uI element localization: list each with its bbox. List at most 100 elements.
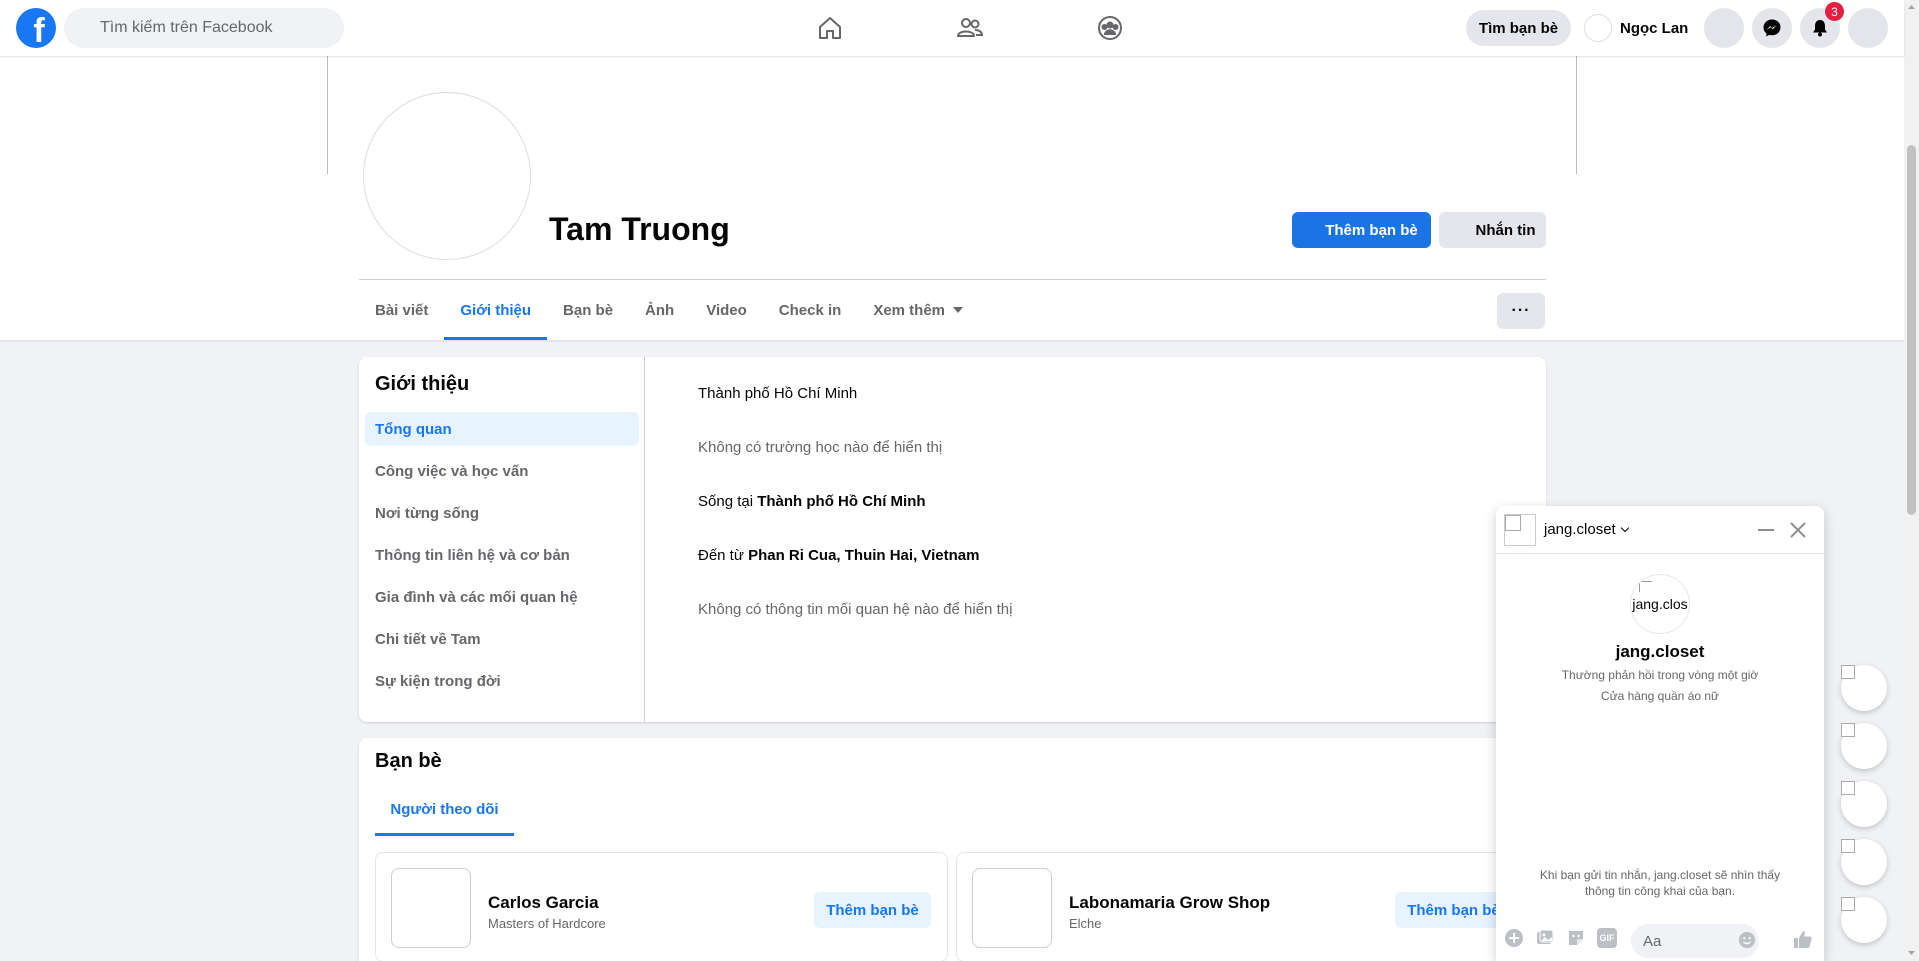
chat-head-bubble[interactable] — [1841, 665, 1887, 711]
tab-about[interactable]: Giới thiệu — [444, 280, 547, 340]
about-menu-life-events[interactable]: Sự kiện trong đời — [365, 664, 639, 698]
notifications-button[interactable]: 3 — [1800, 2, 1844, 48]
chat-composer: GIF — [1496, 915, 1824, 961]
friend-avatar[interactable] — [972, 868, 1052, 948]
tab-friends[interactable]: Bạn bè — [547, 280, 629, 340]
groups-icon — [1098, 16, 1122, 40]
emoji-icon[interactable] — [1738, 931, 1756, 949]
friend-name[interactable]: Labonamaria Grow Shop — [1069, 893, 1270, 913]
about-card: Giới thiệu Tổng quan Công việc và học vấ… — [359, 357, 1546, 722]
friends-tab[interactable] — [900, 0, 1040, 56]
home-icon — [819, 17, 841, 39]
about-menu: Tổng quan Công việc và học vấn Nơi từng … — [365, 412, 639, 706]
about-menu-details[interactable]: Chi tiết về Tam — [365, 622, 639, 656]
profile-tabs: Bài viết Giới thiệu Bạn bè Ảnh Video Che… — [359, 280, 979, 340]
friend-card: Labonamaria Grow Shop Elche Thêm bạn bè — [956, 852, 1529, 961]
find-friends-button[interactable]: Tìm bạn bè — [1466, 10, 1571, 46]
tab-followers[interactable]: Người theo dõi — [375, 786, 514, 836]
friend-avatar[interactable] — [391, 868, 471, 948]
photo-icon[interactable] — [1535, 928, 1555, 948]
about-menu-work-education[interactable]: Công việc và học vấn — [365, 454, 639, 488]
minimize-icon[interactable] — [1758, 529, 1774, 531]
plus-circle-icon[interactable] — [1504, 928, 1524, 948]
user-name: Ngọc Lan — [1620, 19, 1689, 37]
chat-page-name: jang.closet — [1615, 642, 1705, 661]
notification-badge: 3 — [1825, 2, 1844, 21]
tab-videos[interactable]: Video — [690, 280, 763, 340]
close-icon[interactable] — [1786, 518, 1810, 542]
tab-more[interactable]: Xem thêm — [857, 280, 979, 340]
chat-header-name[interactable]: jang.closet — [1544, 521, 1629, 538]
profile-name: Tam Truong — [549, 211, 730, 247]
about-menu-contact-basic[interactable]: Thông tin liên hệ và cơ bản — [365, 538, 639, 572]
work-info: Thành phố Hồ Chí Minh — [698, 385, 858, 402]
hometown-info: Đến từ Phan Ri Cua, Thuin Hai, Vietnam — [698, 547, 980, 564]
chat-avatar-alt-text: jang.clos — [1632, 596, 1688, 612]
about-sidebar: Giới thiệu Tổng quan Công việc và học vấ… — [359, 357, 645, 722]
profile-picture[interactable] — [363, 92, 531, 260]
gif-icon[interactable]: GIF — [1597, 928, 1617, 948]
chat-page-avatar[interactable]: jang.clos — [1630, 574, 1690, 634]
chat-header-avatar[interactable] — [1504, 514, 1536, 546]
search-input[interactable] — [64, 8, 344, 48]
scroll-down-arrow-icon[interactable] — [1907, 948, 1916, 957]
chat-head-bubble[interactable] — [1841, 781, 1887, 827]
from-value[interactable]: Phan Ri Cua, Thuin Hai, Vietnam — [748, 547, 979, 564]
chat-head-bubble[interactable] — [1841, 723, 1887, 769]
search-box[interactable] — [64, 8, 344, 48]
tab-more-label: Xem thêm — [873, 301, 946, 319]
account-button[interactable] — [1848, 8, 1888, 48]
friends-title: Bạn bè — [375, 750, 442, 772]
profile-header: Tam Truong Thêm bạn bè Nhắn tin Bài viết… — [0, 56, 1904, 340]
chevron-down-icon — [1620, 523, 1629, 533]
more-options-button[interactable]: ··· — [1497, 293, 1545, 329]
menu-button[interactable] — [1704, 8, 1744, 48]
scroll-up-arrow-icon[interactable] — [1907, 3, 1916, 12]
avatar — [1584, 14, 1612, 42]
add-friend-button[interactable]: Thêm bạn bè — [1292, 212, 1431, 248]
chat-head-bubble[interactable] — [1841, 839, 1887, 885]
bell-icon — [1813, 20, 1827, 37]
message-button[interactable]: Nhắn tin — [1439, 212, 1546, 248]
friend-name[interactable]: Carlos Garcia — [488, 893, 599, 913]
messenger-icon — [1763, 19, 1781, 37]
chat-privacy-note: Khi bạn gửi tin nhắn, jang.closet sẽ nhì… — [1539, 868, 1781, 898]
current-city-info: Sống tại Thành phố Hồ Chí Minh — [698, 493, 926, 510]
gif-label: GIF — [1599, 933, 1615, 943]
add-friend-button[interactable]: Thêm bạn bè — [814, 892, 931, 928]
relationship-info: Không có thông tin mối quan hệ nào để hi… — [698, 601, 1013, 618]
about-title: Giới thiệu — [375, 373, 470, 395]
chat-response-note: Thường phản hồi trong vòng một giờ — [1561, 668, 1759, 682]
chat-header: jang.closet — [1496, 506, 1824, 554]
add-friend-button[interactable]: Thêm bạn bè — [1395, 892, 1512, 928]
friend-subtitle: Elche — [1069, 916, 1102, 931]
chat-category: Cửa hàng quần áo nữ — [1600, 689, 1720, 703]
tab-posts[interactable]: Bài viết — [359, 280, 444, 340]
from-prefix: Đến từ — [698, 547, 749, 564]
friends-card: Bạn bè Người theo dõi Carlos Garcia Mast… — [359, 738, 1546, 961]
thumbs-up-icon[interactable] — [1792, 928, 1814, 950]
education-info: Không có trường học nào để hiển thị — [698, 439, 943, 456]
about-menu-places-lived[interactable]: Nơi từng sống — [365, 496, 639, 530]
home-tab[interactable] — [760, 0, 900, 56]
about-menu-family-relationships[interactable]: Gia đình và các mối quan hệ — [365, 580, 639, 614]
sticker-icon[interactable] — [1566, 928, 1586, 948]
lives-prefix: Sống tại — [698, 493, 758, 510]
about-menu-overview[interactable]: Tổng quan — [365, 412, 639, 446]
friend-subtitle: Masters of Hardcore — [488, 916, 606, 931]
profile-shortcut[interactable]: Ngọc Lan — [1580, 10, 1696, 46]
tab-photos[interactable]: Ảnh — [629, 280, 690, 340]
chat-window: jang.closet jang.clos jang.closet Thường… — [1496, 506, 1824, 961]
new-message-bubble[interactable] — [1841, 897, 1887, 943]
top-navigation-bar: f Tìm bạn bè Ngọc Lan 3 — [0, 0, 1904, 56]
facebook-logo-icon[interactable]: f — [16, 8, 56, 48]
groups-tab[interactable] — [1040, 0, 1180, 56]
tab-checkins[interactable]: Check in — [763, 280, 858, 340]
lives-value[interactable]: Thành phố Hồ Chí Minh — [757, 493, 925, 510]
cover-photo-edge — [1576, 56, 1577, 174]
cover-photo-edge — [327, 56, 328, 174]
caret-down-icon — [953, 307, 964, 313]
scrollbar-thumb[interactable] — [1907, 145, 1916, 515]
main-nav — [760, 0, 1180, 56]
messenger-button[interactable] — [1752, 8, 1792, 48]
